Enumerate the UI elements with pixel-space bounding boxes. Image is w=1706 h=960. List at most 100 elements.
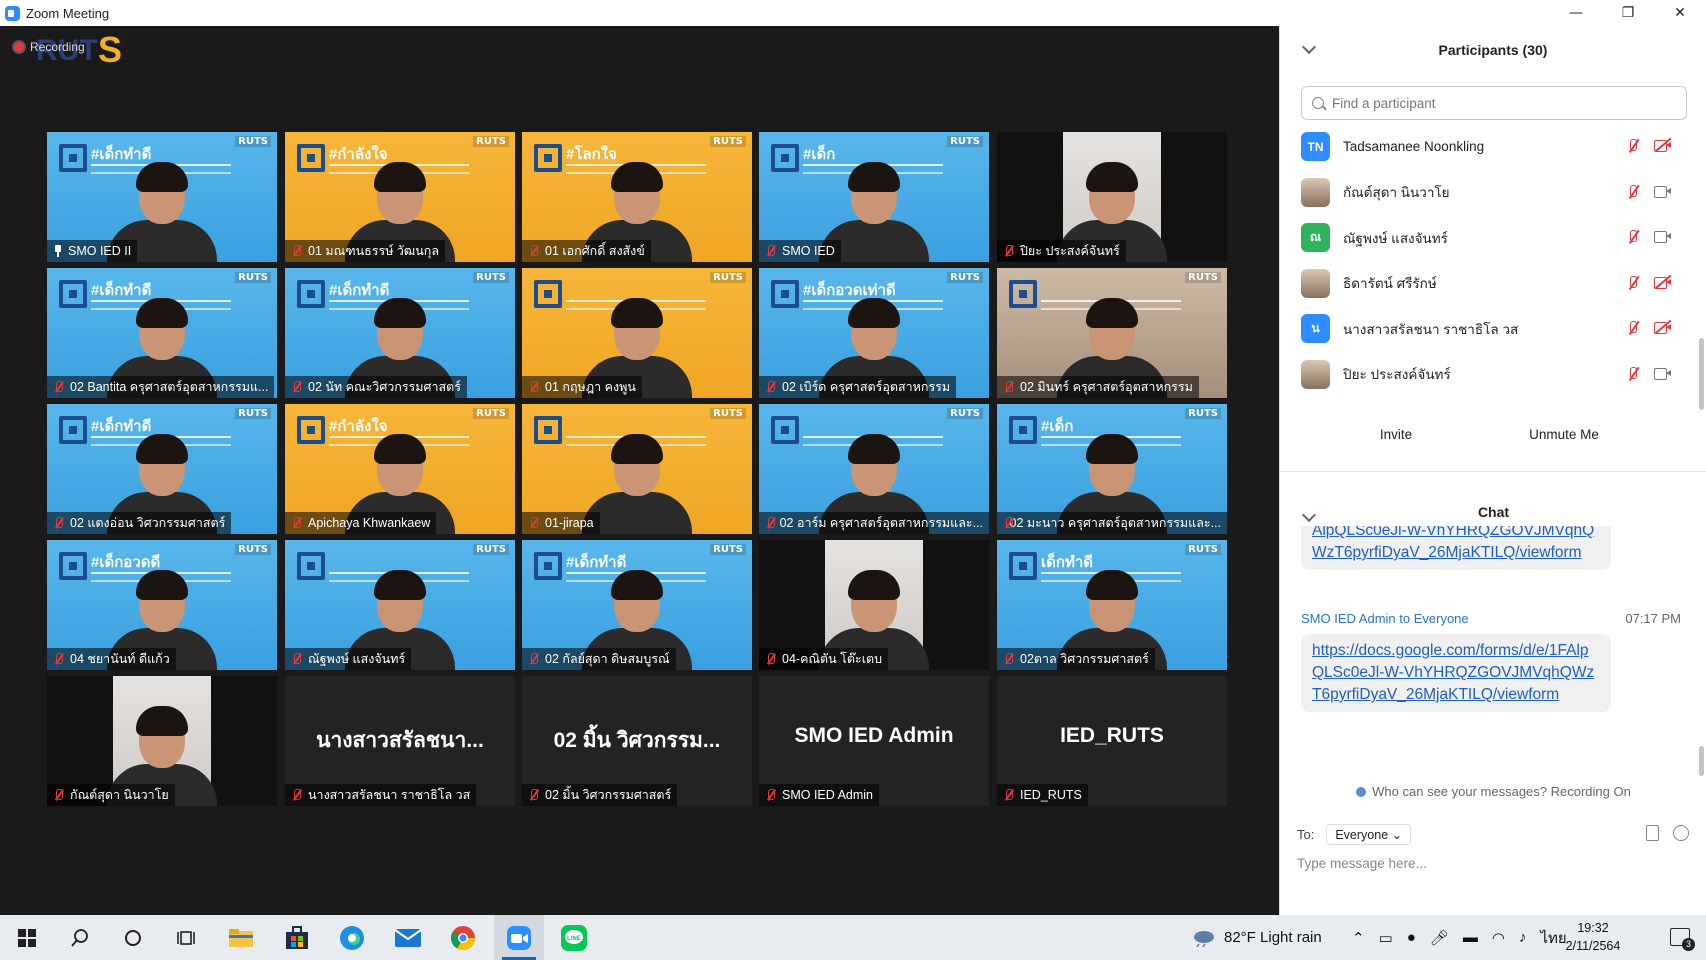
- muted-mic-icon[interactable]: [1626, 229, 1640, 245]
- to-label: To:: [1297, 826, 1315, 842]
- unmute-me-button[interactable]: Unmute Me: [1524, 419, 1604, 449]
- video-tile[interactable]: #เด็กทำดี RUTS 02 นัท คณะวิศวกรรมศาสตร์: [285, 268, 515, 398]
- video-tile[interactable]: #โลกใจ RUTS 01 เอกศักดิ์ สงสังข์: [522, 132, 752, 262]
- antivirus-icon[interactable]: ●: [1407, 929, 1416, 946]
- virtual-background-text: #เด็กอวดดี: [91, 554, 161, 571]
- video-tile[interactable]: #เด็ก RUTS 02 มะนาว ครุศาสตร์อุตสาหกรรมและ…: [997, 404, 1227, 534]
- file-explorer-button[interactable]: [216, 915, 266, 960]
- store-button[interactable]: [272, 915, 322, 960]
- battery-icon[interactable]: ▬: [1463, 929, 1478, 946]
- muted-mic-icon: [528, 244, 540, 258]
- participant-search-input[interactable]: [1332, 95, 1672, 111]
- recording-indicator[interactable]: Recording: [14, 40, 85, 54]
- line-button[interactable]: LINE: [549, 915, 599, 960]
- background-logo-icon: [1009, 280, 1037, 308]
- wifi-icon[interactable]: ◠: [1492, 929, 1505, 947]
- video-tile[interactable]: #เด็กอวดเท่าดี RUTS 02 เบิร์ด ครุศาสตร์อุต…: [759, 268, 989, 398]
- avatar: น: [1301, 314, 1330, 344]
- muted-mic-icon[interactable]: [1626, 366, 1640, 382]
- video-tile[interactable]: #เด็กทำดี RUTS 02 กัลย์สุดา ดิษสมบูรณ์: [522, 540, 752, 670]
- video-tile[interactable]: 04-คณิตัน โต๊ะเตบ: [759, 540, 989, 670]
- collapse-chat-icon[interactable]: [1301, 507, 1317, 523]
- zoom-taskbar-button[interactable]: [494, 915, 544, 960]
- weather-widget[interactable]: 82°F Light rain: [1192, 915, 1322, 960]
- muted-mic-icon: [765, 244, 777, 258]
- video-tile[interactable]: เด็กทำดี RUTS 02ตาล วิศวกรรมศาสตร์: [997, 540, 1227, 670]
- participant-row[interactable]: กัณต์สุดา นินวาโย: [1280, 170, 1690, 216]
- camera-off-icon[interactable]: [1654, 274, 1672, 289]
- camera-icon[interactable]: [1654, 366, 1672, 380]
- search-taskbar-button[interactable]: [55, 915, 105, 960]
- video-tile[interactable]: #เด็กทำดี RUTS SMO IED II: [47, 132, 277, 262]
- file-icon[interactable]: [1646, 825, 1659, 841]
- muted-mic-icon[interactable]: [1626, 184, 1640, 200]
- video-tile[interactable]: #เด็กทำดี RUTS 02 Bantita ครุศาสตร์อุตสาหก…: [47, 268, 277, 398]
- collapse-participants-icon[interactable]: [1301, 39, 1317, 55]
- background-logo-icon: [534, 552, 562, 580]
- camera-off-icon[interactable]: [1654, 319, 1672, 334]
- video-tile[interactable]: RUTS 01 กฤษฎา คงพูน: [522, 268, 752, 398]
- camera-off-icon[interactable]: [1654, 137, 1672, 152]
- video-tile[interactable]: #เด็กอวดดี RUTS 04 ชยานันท์ ดีแก้ว: [47, 540, 277, 670]
- onedrive-icon[interactable]: ▭: [1379, 929, 1393, 947]
- invite-button[interactable]: Invite: [1370, 419, 1422, 449]
- video-tile[interactable]: #กำลังใจ RUTS Apichaya Khwankaew: [285, 404, 515, 534]
- restore-button[interactable]: ❐: [1602, 0, 1654, 26]
- muted-mic-icon: [291, 380, 303, 394]
- muted-mic-icon[interactable]: [1626, 138, 1640, 154]
- mail-button[interactable]: [383, 915, 433, 960]
- microphone-icon[interactable]: 🎤︎: [1430, 929, 1449, 947]
- virtual-background-text: #กำลังใจ: [329, 146, 388, 163]
- muted-mic-icon[interactable]: [1626, 275, 1640, 291]
- camera-icon[interactable]: [1654, 229, 1672, 243]
- taskbar: LINE 82°F Light rain ⌃ ▭ ● 🎤︎ ▬ ◠ ♪ ไทย …: [0, 915, 1706, 960]
- participant-row[interactable]: ณ ณัฐพงษ์ แสงจันทร์: [1280, 215, 1690, 261]
- chat-message-input[interactable]: [1297, 852, 1687, 874]
- task-view-button[interactable]: [161, 915, 211, 960]
- chat-link[interactable]: https://docs.google.com/forms/d/e/1FAlpQ…: [1301, 634, 1611, 712]
- chat-scrollbar[interactable]: [1699, 746, 1704, 776]
- video-tile[interactable]: #เด็ก RUTS SMO IED: [759, 132, 989, 262]
- ruts-badge: RUTS: [235, 544, 271, 555]
- video-tile[interactable]: RUTS 02 มินทร์ ครุศาสตร์อุตสาหกรรม: [997, 268, 1227, 398]
- edge-button[interactable]: [327, 915, 377, 960]
- participant-row[interactable]: TN Tadsamanee Noonkling: [1280, 124, 1690, 170]
- virtual-background-text: เด็กทำดี: [1041, 554, 1094, 571]
- video-tile[interactable]: RUTS 01-jirapa: [522, 404, 752, 534]
- participant-name-label: 04 ชยานันท์ ดีแก้ว: [47, 648, 176, 670]
- video-tile[interactable]: กัณต์สุดา นินวาโย: [47, 676, 277, 806]
- volume-icon[interactable]: ♪: [1519, 929, 1527, 946]
- video-tile[interactable]: 02 มิ้น วิศวกรรม... 02 มิ้น วิศวกรรมศาสตร…: [522, 676, 752, 806]
- chat-privacy-notice[interactable]: Who can see your messages? Recording On: [1280, 784, 1706, 804]
- clock[interactable]: 19:32 2/11/2564: [1548, 919, 1638, 955]
- participant-search[interactable]: [1301, 86, 1687, 120]
- cortana-button[interactable]: [108, 915, 158, 960]
- video-tile[interactable]: RUTS 02 อาร์ม ครุศาสตร์อุตสาหกรรมและ...: [759, 404, 989, 534]
- participant-row[interactable]: ธิดารัตน์ ศรีรักษ์: [1280, 261, 1690, 307]
- start-button[interactable]: [2, 915, 52, 960]
- clock-date: 2/11/2564: [1565, 939, 1621, 953]
- participant-row[interactable]: ปิยะ ประสงค์จันทร์: [1280, 352, 1690, 398]
- chrome-button[interactable]: [438, 915, 488, 960]
- camera-icon[interactable]: [1654, 184, 1672, 198]
- minimize-button[interactable]: —: [1550, 0, 1602, 26]
- video-tile[interactable]: ปิยะ ประสงค์จันทร์: [997, 132, 1227, 262]
- video-tile[interactable]: RUTS ณัฐพงษ์ แสงจันทร์: [285, 540, 515, 670]
- recipient-select[interactable]: Everyone ⌄: [1326, 823, 1412, 845]
- chat-link-partial[interactable]: AlpQLSc0eJl-W-VhYHRQZGOVJMVqhQWzT6pyrfiD…: [1301, 526, 1611, 570]
- video-tile[interactable]: นางสาวสรัลชนา... นางสาวสรัลชนา ราชาธิโล ว…: [285, 676, 515, 806]
- video-tile[interactable]: IED_RUTS IED_RUTS: [997, 676, 1227, 806]
- ruts-badge: RUTS: [473, 408, 509, 419]
- participant-row[interactable]: น นางสาวสรัลชนา ราชาธิโล วส: [1280, 306, 1690, 352]
- muted-mic-icon[interactable]: [1626, 320, 1640, 336]
- video-tile[interactable]: #กำลังใจ RUTS 01 มณฑนธรรษ์ วัฒนกุล: [285, 132, 515, 262]
- participant-name: Apichaya Khwankaew: [308, 516, 431, 530]
- chevron-up-icon[interactable]: ⌃: [1352, 929, 1365, 947]
- emoji-icon[interactable]: [1673, 825, 1689, 841]
- participant-scrollbar[interactable]: [1699, 338, 1704, 410]
- notification-center-icon[interactable]: 3: [1670, 928, 1695, 951]
- video-tile[interactable]: #เด็กทำดี RUTS 02 แตงอ่อน วิศวกรรมศาสตร์: [47, 404, 277, 534]
- video-tile[interactable]: SMO IED Admin SMO IED Admin: [759, 676, 989, 806]
- close-button[interactable]: ✕: [1654, 0, 1706, 26]
- virtual-background-text: #เด็กทำดี: [329, 282, 390, 299]
